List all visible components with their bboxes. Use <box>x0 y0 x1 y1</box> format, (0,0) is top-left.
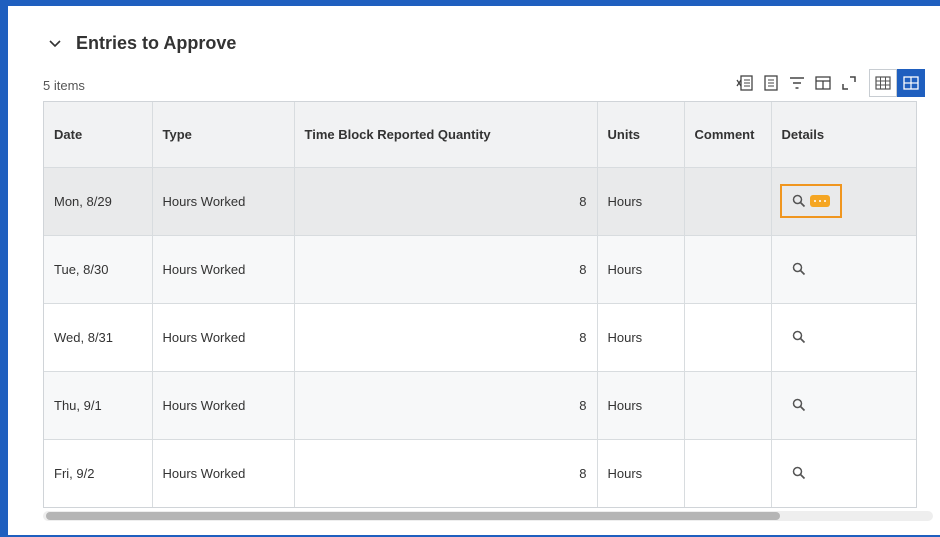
column-header-date[interactable]: Date <box>44 102 153 168</box>
header-row: Date Type Time Block Reported Quantity U… <box>44 102 916 168</box>
cell-date: Mon, 8/29 <box>44 167 153 236</box>
cell-type: Hours Worked <box>152 371 295 440</box>
magnifier-icon[interactable] <box>792 466 806 480</box>
table-row[interactable]: Mon, 8/29 Hours Worked 8 Hours <box>44 167 916 236</box>
section-title: Entries to Approve <box>76 32 237 53</box>
horizontal-scrollbar[interactable] <box>43 511 933 521</box>
print-icon[interactable] <box>761 73 781 93</box>
cell-quantity: 8 <box>294 167 598 236</box>
cell-units: Hours <box>597 167 685 236</box>
column-header-comment[interactable]: Comment <box>684 102 772 168</box>
cell-units: Hours <box>597 303 685 372</box>
grid-view-icon[interactable] <box>897 69 925 97</box>
fullscreen-icon[interactable] <box>839 73 859 93</box>
cell-units: Hours <box>597 371 685 440</box>
section-header[interactable]: Entries to Approve <box>48 30 236 56</box>
cell-quantity: 8 <box>294 303 598 372</box>
details-actions <box>786 460 812 486</box>
cell-quantity: 8 <box>294 371 598 440</box>
grid-toolbar <box>735 68 925 98</box>
magnifier-icon[interactable] <box>792 398 806 412</box>
details-actions <box>786 256 812 282</box>
cell-date: Tue, 8/30 <box>44 235 153 304</box>
cell-units: Hours <box>597 439 685 507</box>
cell-units: Hours <box>597 235 685 304</box>
details-actions <box>779 184 842 218</box>
cell-details <box>771 167 916 236</box>
export-excel-icon[interactable] <box>735 73 755 93</box>
cell-comment <box>684 439 772 507</box>
cell-details <box>771 235 916 304</box>
scrollbar-thumb[interactable] <box>46 512 780 520</box>
details-actions <box>786 324 812 350</box>
column-header-units[interactable]: Units <box>597 102 685 168</box>
cell-comment <box>684 371 772 440</box>
entries-grid: Date Type Time Block Reported Quantity U… <box>43 101 917 508</box>
cell-comment <box>684 303 772 372</box>
magnifier-icon[interactable] <box>792 330 806 344</box>
cell-type: Hours Worked <box>152 235 295 304</box>
magnifier-icon[interactable] <box>792 194 806 208</box>
chevron-down-icon[interactable] <box>48 36 62 50</box>
cell-details <box>771 439 916 507</box>
table-view-icon[interactable] <box>869 69 897 97</box>
column-header-type[interactable]: Type <box>152 102 295 168</box>
entries-table: Date Type Time Block Reported Quantity U… <box>44 102 916 507</box>
cell-date: Thu, 9/1 <box>44 371 153 440</box>
cell-comment <box>684 167 772 236</box>
item-count: 5 items <box>43 78 85 93</box>
cell-comment <box>684 235 772 304</box>
filter-icon[interactable] <box>787 73 807 93</box>
cell-details <box>771 371 916 440</box>
cell-type: Hours Worked <box>152 167 295 236</box>
window-frame: Entries to Approve 5 items Date Type Tim… <box>0 0 940 537</box>
details-actions <box>786 392 812 418</box>
magnifier-icon[interactable] <box>792 262 806 276</box>
related-actions-button[interactable] <box>809 195 830 207</box>
column-header-details[interactable]: Details <box>771 102 916 168</box>
cell-date: Fri, 9/2 <box>44 439 153 507</box>
cell-date: Wed, 8/31 <box>44 303 153 372</box>
table-row[interactable]: Thu, 9/1 Hours Worked 8 Hours <box>44 371 916 440</box>
table-row[interactable]: Tue, 8/30 Hours Worked 8 Hours <box>44 235 916 304</box>
cell-quantity: 8 <box>294 235 598 304</box>
table-row[interactable]: Fri, 9/2 Hours Worked 8 Hours <box>44 439 916 507</box>
cell-quantity: 8 <box>294 439 598 507</box>
table-row[interactable]: Wed, 8/31 Hours Worked 8 Hours <box>44 303 916 372</box>
column-layout-icon[interactable] <box>813 73 833 93</box>
cell-type: Hours Worked <box>152 439 295 507</box>
view-toggle <box>869 69 925 97</box>
column-header-quantity[interactable]: Time Block Reported Quantity <box>294 102 598 168</box>
cell-type: Hours Worked <box>152 303 295 372</box>
cell-details <box>771 303 916 372</box>
